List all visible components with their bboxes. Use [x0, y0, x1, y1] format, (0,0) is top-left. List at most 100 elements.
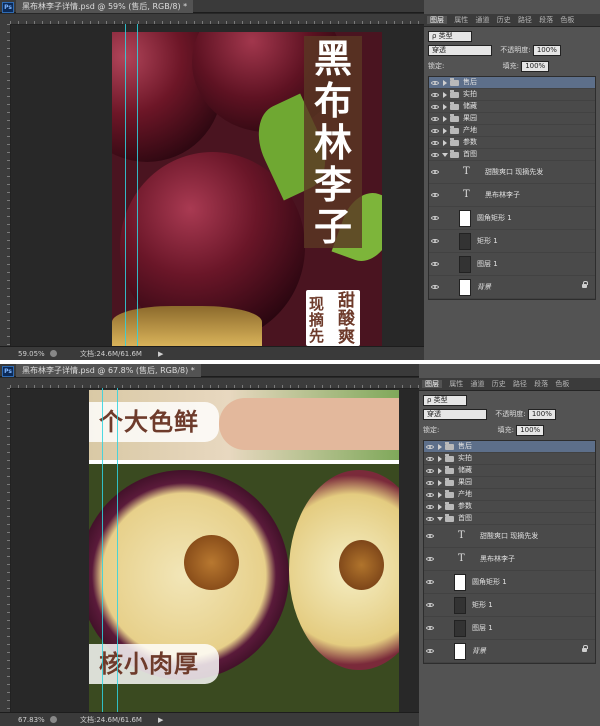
zoom-level[interactable]: 59.05%	[18, 347, 45, 360]
fill-input[interactable]: 100%	[521, 60, 550, 72]
fill-input[interactable]: 100%	[516, 424, 545, 436]
chevron-right-icon[interactable]	[443, 115, 447, 122]
chevron-down-icon[interactable]	[437, 516, 443, 521]
chevron-down-icon[interactable]	[442, 152, 448, 157]
chevron-right-icon[interactable]	[438, 491, 442, 498]
eye-icon[interactable]	[431, 116, 439, 121]
blend-mode-select[interactable]: 穿透	[423, 408, 487, 420]
layer-row[interactable]: 产地	[429, 125, 595, 137]
eye-icon[interactable]	[426, 649, 434, 653]
chevron-right-icon[interactable]	[443, 79, 447, 86]
tab-channels[interactable]: 通道	[475, 16, 489, 24]
chevron-right-icon[interactable]	[443, 127, 447, 134]
eye-icon[interactable]	[431, 216, 439, 220]
layer-row[interactable]: 背景	[424, 640, 595, 663]
canvas-poster-bottom[interactable]: 个大色鲜 核小肉厚	[89, 390, 399, 712]
share-icon[interactable]	[50, 716, 57, 723]
layer-row[interactable]: 果园	[429, 113, 595, 125]
layer-row[interactable]: 矩形 1	[424, 594, 595, 617]
tab-paragraph[interactable]: 段落	[539, 16, 553, 24]
chevron-right-icon[interactable]	[438, 503, 442, 510]
chevron-right-icon[interactable]	[443, 103, 447, 110]
layer-row[interactable]: T 黑布林李子	[429, 184, 595, 207]
layer-row[interactable]: T 黑布林李子	[424, 548, 595, 571]
tab-paths[interactable]: 路径	[518, 16, 532, 24]
tab-layers[interactable]: 图层	[427, 16, 447, 24]
layer-row[interactable]: 矩形 1	[429, 230, 595, 253]
tab-swatches[interactable]: 色板	[560, 16, 574, 24]
chevron-right-icon[interactable]	[443, 91, 447, 98]
vertical-ruler[interactable]	[0, 388, 11, 712]
tab-history[interactable]: 历史	[492, 380, 506, 388]
chevron-right-icon[interactable]	[443, 139, 447, 146]
opacity-input[interactable]: 100%	[532, 44, 561, 56]
vertical-ruler[interactable]	[0, 24, 11, 346]
eye-icon[interactable]	[431, 262, 439, 266]
eye-icon[interactable]	[431, 152, 439, 157]
layer-row[interactable]: 图层 1	[424, 617, 595, 640]
layer-row[interactable]: 图层 1	[429, 253, 595, 276]
document-tab[interactable]: 黑布林李子详情.psd @ 59% (售后, RGB/8) *	[16, 0, 194, 13]
eye-icon[interactable]	[431, 170, 439, 174]
tab-properties[interactable]: 属性	[449, 380, 463, 388]
layer-row[interactable]: 参数	[429, 137, 595, 149]
tab-history[interactable]: 历史	[497, 16, 511, 24]
chevron-right-icon[interactable]	[438, 479, 442, 486]
eye-icon[interactable]	[431, 285, 439, 289]
eye-icon[interactable]	[426, 557, 434, 561]
eye-icon[interactable]	[426, 468, 434, 473]
layer-row[interactable]: 售后	[424, 441, 595, 453]
eye-icon[interactable]	[431, 128, 439, 133]
tab-layers[interactable]: 图层	[422, 380, 442, 388]
status-menu-arrow-icon[interactable]: ▶	[158, 347, 163, 360]
eye-icon[interactable]	[431, 92, 439, 97]
eye-icon[interactable]	[426, 480, 434, 485]
tab-properties[interactable]: 属性	[454, 16, 468, 24]
chevron-right-icon[interactable]	[438, 443, 442, 450]
zoom-level[interactable]: 67.83%	[18, 713, 45, 726]
eye-icon[interactable]	[426, 603, 434, 607]
share-icon[interactable]	[50, 350, 57, 357]
guide-line[interactable]	[102, 388, 103, 712]
guide-line[interactable]	[137, 24, 138, 346]
layer-row[interactable]: T 甜酸爽口 现摘先发	[429, 161, 595, 184]
blend-mode-select[interactable]: 穿透	[428, 44, 492, 56]
horizontal-ruler[interactable]	[10, 14, 424, 25]
layer-row[interactable]: 储藏	[424, 465, 595, 477]
document-titlebar[interactable]: Ps 黑布林李子详情.psd @ 67.8% (售后, RGB/8) *	[0, 364, 419, 377]
layer-row[interactable]: 圆角矩形 1	[429, 207, 595, 230]
kind-filter-select[interactable]: ρ 类型	[423, 394, 467, 406]
layer-row[interactable]: 果园	[424, 477, 595, 489]
layer-row[interactable]: 实拍	[429, 89, 595, 101]
layer-row[interactable]: 首图	[424, 513, 595, 525]
chevron-right-icon[interactable]	[438, 467, 442, 474]
eye-icon[interactable]	[426, 534, 434, 538]
layer-row[interactable]: 首图	[429, 149, 595, 161]
eye-icon[interactable]	[431, 193, 439, 197]
eye-icon[interactable]	[431, 80, 439, 85]
eye-icon[interactable]	[426, 444, 434, 449]
layer-row[interactable]: 储藏	[429, 101, 595, 113]
opacity-input[interactable]: 100%	[527, 408, 556, 420]
chevron-right-icon[interactable]	[438, 455, 442, 462]
eye-icon[interactable]	[431, 104, 439, 109]
canvas-poster-top[interactable]: 黑 布 林 李 子 甜 酸 爽 现 摘 先	[112, 32, 382, 346]
eye-icon[interactable]	[426, 626, 434, 630]
layer-row[interactable]: 参数	[424, 501, 595, 513]
horizontal-ruler[interactable]	[10, 378, 419, 389]
kind-filter-select[interactable]: ρ 类型	[428, 30, 472, 42]
eye-icon[interactable]	[426, 504, 434, 509]
eye-icon[interactable]	[426, 580, 434, 584]
layer-row[interactable]: 售后	[429, 77, 595, 89]
eye-icon[interactable]	[431, 239, 439, 243]
layer-row[interactable]: 产地	[424, 489, 595, 501]
tab-paragraph[interactable]: 段落	[534, 380, 548, 388]
layer-row[interactable]: T 甜酸爽口 现摘先发	[424, 525, 595, 548]
document-titlebar[interactable]: Ps 黑布林李子详情.psd @ 59% (售后, RGB/8) *	[0, 0, 424, 13]
tab-paths[interactable]: 路径	[513, 380, 527, 388]
eye-icon[interactable]	[426, 516, 434, 521]
eye-icon[interactable]	[426, 492, 434, 497]
eye-icon[interactable]	[426, 456, 434, 461]
status-menu-arrow-icon[interactable]: ▶	[158, 713, 163, 726]
guide-line[interactable]	[117, 388, 118, 712]
